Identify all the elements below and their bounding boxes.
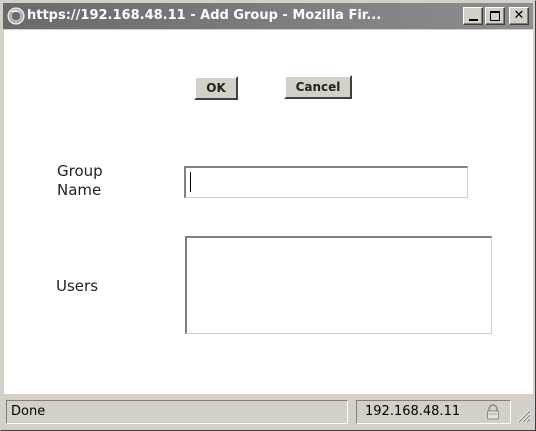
close-button[interactable]: ✕ — [509, 7, 529, 25]
text-caret — [190, 172, 191, 192]
maximize-button[interactable] — [485, 7, 505, 25]
lock-icon[interactable] — [485, 404, 501, 420]
maximize-icon — [490, 11, 500, 21]
status-text: Done — [6, 400, 348, 424]
window-title: https://192.168.48.11 - Add Group - Mozi… — [27, 8, 382, 23]
minimize-icon — [468, 19, 478, 21]
browser-window: https://192.168.48.11 - Add Group - Mozi… — [0, 0, 536, 431]
status-bar: Done 192.168.48.11 — [3, 397, 533, 428]
page-content: OK Cancel Group Name Users — [4, 30, 533, 394]
ok-button[interactable]: OK — [194, 76, 238, 100]
minimize-button[interactable] — [463, 7, 483, 25]
firefox-icon — [7, 7, 25, 25]
close-icon: ✕ — [513, 8, 525, 23]
cancel-button[interactable]: Cancel — [284, 75, 352, 99]
users-label: Users — [56, 277, 99, 295]
users-textarea[interactable] — [185, 236, 492, 334]
title-bar[interactable]: https://192.168.48.11 - Add Group - Mozi… — [3, 3, 533, 29]
resize-grip-icon[interactable] — [515, 407, 531, 423]
group-name-input[interactable] — [184, 166, 468, 198]
status-host-panel: 192.168.48.11 — [356, 400, 511, 424]
status-host: 192.168.48.11 — [365, 404, 461, 419]
group-name-label: Group Name — [57, 162, 103, 199]
